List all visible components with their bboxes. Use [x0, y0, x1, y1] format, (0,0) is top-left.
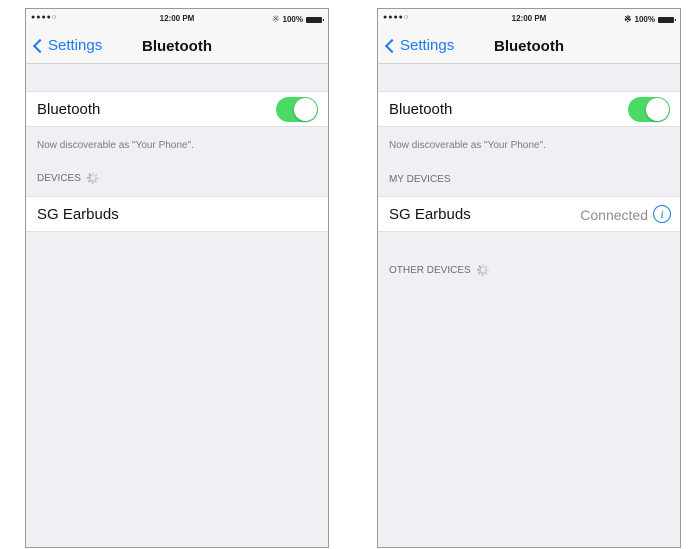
device-name: SG Earbuds — [389, 206, 471, 223]
status-bar: ●●●●○ 12:00 PM ※ 100% — [26, 9, 328, 29]
battery-icon — [306, 16, 324, 23]
other-devices-header: OTHER DEVICES — [389, 264, 489, 276]
discoverable-note: Now discoverable as "Your Phone". — [37, 140, 194, 151]
nav-bar: Settings Bluetooth — [378, 29, 680, 64]
device-name: SG Earbuds — [37, 206, 119, 223]
page-title: Bluetooth — [494, 38, 564, 55]
toggle-knob — [294, 98, 317, 121]
devices-header: DEVICES — [37, 172, 100, 184]
bluetooth-label: Bluetooth — [37, 101, 101, 118]
discoverable-note: Now discoverable as "Your Phone". — [389, 140, 546, 151]
spinner-tick — [476, 269, 481, 271]
bluetooth-label: Bluetooth — [389, 101, 453, 118]
spinner-icon — [476, 264, 489, 276]
spinner-tick — [483, 270, 488, 275]
phone-screen-right: ●●●●○ 12:00 PM ※ 100% Settings Bluetooth… — [377, 8, 681, 548]
battery-icon — [658, 16, 676, 23]
list-item[interactable]: SG Earbuds Connected i — [378, 196, 680, 232]
bluetooth-toggle[interactable] — [628, 97, 670, 122]
page-title: Bluetooth — [142, 38, 212, 55]
battery-percent: 100% — [634, 15, 655, 24]
my-devices-header-label: MY DEVICES — [389, 174, 451, 185]
info-icon[interactable]: i — [653, 205, 671, 223]
devices-header-label: DEVICES — [37, 172, 81, 184]
bluetooth-icon: ※ — [623, 14, 632, 24]
spinner-tick — [484, 269, 489, 271]
spinner-tick — [95, 177, 100, 179]
spinner-tick — [94, 178, 98, 183]
connection-status: Connected — [580, 207, 648, 223]
my-devices-header: MY DEVICES — [389, 174, 451, 185]
spinner-tick — [482, 272, 484, 276]
bluetooth-toggle[interactable] — [276, 97, 318, 122]
other-devices-header-label: OTHER DEVICES — [389, 264, 471, 276]
phone-screen-left: ●●●●○ 12:00 PM ※ 100% Settings Bluetooth… — [25, 8, 329, 548]
list-item[interactable]: SG Earbuds — [26, 196, 328, 232]
toggle-knob — [646, 98, 669, 121]
status-bar: ●●●●○ 12:00 PM ※ 100% — [378, 9, 680, 29]
battery-percent: 100% — [282, 15, 303, 24]
bluetooth-row: Bluetooth — [26, 91, 328, 127]
status-right: ※ 100% — [271, 14, 324, 25]
status-right: ※ 100% — [623, 14, 676, 25]
spinner-icon — [87, 172, 100, 184]
nav-bar: Settings Bluetooth — [26, 29, 328, 64]
bluetooth-row: Bluetooth — [378, 91, 680, 127]
bluetooth-icon: ※ — [271, 14, 280, 24]
